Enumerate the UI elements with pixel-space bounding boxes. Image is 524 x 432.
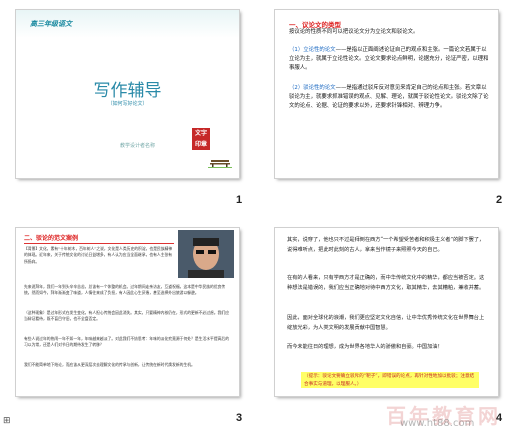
slide-number: 1 bbox=[236, 194, 243, 206]
paragraph-1: 其实，说穿了，他也只不过是拜倒在西方“一个希望受苦者和积极主义者”的脚下罢了，说… bbox=[287, 237, 485, 253]
portrait-photo bbox=[178, 230, 234, 278]
slide-number: 3 bbox=[236, 412, 243, 424]
paragraph-2: （2）驳论性的论文——是指通过驳斥反对意见来肯定自己的论点和主张。若文章以驳论为… bbox=[289, 84, 489, 111]
bench-icon bbox=[208, 160, 232, 168]
heading-divider bbox=[24, 243, 174, 244]
paragraph-2: （这种现象）是过年形式在发生变化，有人担心传统会因此消失。其实，只要精神内核仍在… bbox=[24, 310, 230, 322]
paragraph-4: 我们不能简单地下结论，而应该从更深层次去理解文化的传承与创新，让传统在新时代焕发… bbox=[24, 362, 195, 367]
slide-thumbnail-3[interactable]: 二、驳论的范文案例 【背景】文化，素有“十年树木，百年树人”之说，文化是人类历史… bbox=[15, 227, 240, 397]
paragraph-1: 先来说拜年，我们一年到头辛辛苦苦，总该有一个休整的机会。过年期间走亲访友，互道祝… bbox=[24, 284, 226, 296]
paragraph-2-label: （2）驳论性的论文 bbox=[289, 85, 336, 91]
paragraph-4: 而今未能往日的理想，成为世界各地华人的骄傲和自豪。中国加油！ bbox=[287, 344, 443, 350]
watermark-url: www.ht88.com bbox=[400, 418, 475, 429]
paragraph-1-label: （1）立论性的论文 bbox=[289, 47, 336, 53]
subject-label: 高三年级语文 bbox=[30, 20, 72, 28]
slide-number: 2 bbox=[496, 194, 503, 206]
paragraph-2: 在有的人看来，只有学西方才是正确的，而中华传统文化中的精华，都应当被否定。这种想… bbox=[287, 275, 485, 291]
tip-note: （提示：驳论文要确立驳斥的“靶子”，即错误的论点，再针对性地加以批驳；注意结合事… bbox=[301, 372, 479, 388]
slide-subtitle: （如何写好论文） bbox=[107, 101, 148, 107]
grid-view-icon[interactable]: ⊞ bbox=[3, 416, 11, 426]
slide-intro: 按议论的性质不同可以把议论文分为立论文和驳论文。 bbox=[289, 29, 419, 35]
author-label: 教学设计者名称 bbox=[120, 143, 156, 149]
slide-thumbnail-1[interactable]: 高三年级语文 写作辅导 （如何写好论文） 教学设计者名称 文字 印章 bbox=[15, 9, 240, 179]
slide-thumbnail-2[interactable]: 一、议论文的类型 按议论的性质不同可以把议论文分为立论文和驳论文。 （1）立论性… bbox=[274, 9, 499, 179]
paragraph-1: （1）立论性的论文——是指以正面阐述论证自己的观点和主张。一篇论文若属于以立论为… bbox=[289, 46, 489, 73]
slide-title: 写作辅导 bbox=[93, 81, 162, 101]
paragraph-3: 有些人说过年的热闹一年不如一年，年味越来越淡了。对此我们不妨思考：年味的淡化究竟… bbox=[24, 336, 230, 348]
paragraph-3: 因此，面对全球化的浪潮，我们更应坚定文化自信，让中华优秀传统文化在世界舞台上绽放… bbox=[287, 315, 485, 331]
slide-thumbnail-4[interactable]: 其实，说穿了，他也只不过是拜倒在西方“一个希望受苦者和积极主义者”的脚下罢了，说… bbox=[274, 227, 499, 397]
seal-stamp: 文字 印章 bbox=[192, 128, 210, 150]
background-text: 【背景】文化，素有“十年树木，百年树人”之说，文化是人类历史的积淀，也是民族精神… bbox=[24, 246, 173, 264]
slide-heading: 二、驳论的范文案例 bbox=[24, 235, 79, 242]
